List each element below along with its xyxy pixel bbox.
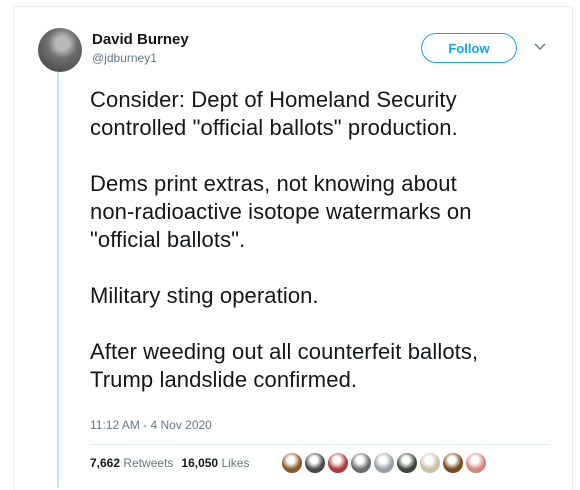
thread-line xyxy=(57,68,59,488)
author-handle[interactable]: @jdburney1 xyxy=(92,51,157,65)
liker-avatar[interactable] xyxy=(465,452,487,474)
liker-avatar[interactable] xyxy=(396,452,418,474)
tweet-paragraph: After weeding out all counterfeit ballot… xyxy=(90,339,479,392)
likes-stat[interactable]: 16,050 Likes xyxy=(181,456,249,470)
retweets-count: 7,662 xyxy=(90,456,121,470)
liker-avatars xyxy=(281,452,488,474)
tweet-paragraph: Military sting operation. xyxy=(90,283,319,308)
liker-avatar[interactable] xyxy=(281,452,303,474)
liker-avatar[interactable] xyxy=(442,452,464,474)
retweets-stat[interactable]: 7,662 Retweets xyxy=(90,456,173,470)
liker-avatar[interactable] xyxy=(419,452,441,474)
liker-avatar[interactable] xyxy=(327,452,349,474)
tweet-text: Consider: Dept of Homeland Security cont… xyxy=(90,86,560,422)
divider xyxy=(90,444,550,445)
author-name[interactable]: David Burney xyxy=(92,31,189,48)
tweet-paragraph: Dems print extras, not knowing about non… xyxy=(90,171,472,252)
liker-avatar[interactable] xyxy=(304,452,326,474)
liker-avatar[interactable] xyxy=(373,452,395,474)
avatar[interactable] xyxy=(38,28,82,72)
follow-button[interactable]: Follow xyxy=(421,33,517,63)
likes-count: 16,050 xyxy=(181,456,219,470)
chevron-down-icon[interactable] xyxy=(532,38,548,54)
likes-label: Likes xyxy=(221,456,250,470)
timestamp[interactable]: 11:12 AM - 4 Nov 2020 xyxy=(90,418,212,432)
liker-avatar[interactable] xyxy=(350,452,372,474)
engagement-stats: 7,662 Retweets 16,050 Likes xyxy=(90,456,249,470)
retweets-label: Retweets xyxy=(123,456,174,470)
tweet-paragraph: Consider: Dept of Homeland Security cont… xyxy=(90,87,458,140)
